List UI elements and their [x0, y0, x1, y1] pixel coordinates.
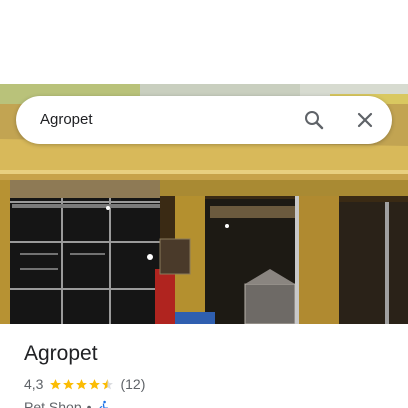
- star-rating: [49, 378, 114, 391]
- star-icon: [76, 378, 88, 389]
- category-row: Pet Shop •: [24, 398, 111, 408]
- wheelchair-accessible-icon: [98, 400, 108, 408]
- search-bar[interactable]: Agropet: [16, 96, 392, 144]
- close-icon[interactable]: [353, 108, 377, 132]
- review-count[interactable]: (12): [120, 376, 145, 392]
- separator-dot: •: [86, 399, 92, 408]
- place-title: Agropet: [24, 342, 98, 365]
- place-category: Pet Shop: [24, 399, 82, 408]
- maps-place-page: Agropet Agropet 4,3 (12) Pet Shop •: [0, 0, 408, 408]
- star-icon: [63, 378, 75, 389]
- search-icon[interactable]: [302, 108, 326, 132]
- rating-row[interactable]: 4,3 (12): [24, 375, 145, 393]
- star-icon: [89, 378, 101, 389]
- rating-value: 4,3: [24, 376, 44, 392]
- star-half-icon: [102, 378, 114, 389]
- star-icon: [50, 378, 62, 389]
- top-blank-area: [0, 0, 408, 84]
- search-query-text[interactable]: Agropet: [40, 110, 93, 130]
